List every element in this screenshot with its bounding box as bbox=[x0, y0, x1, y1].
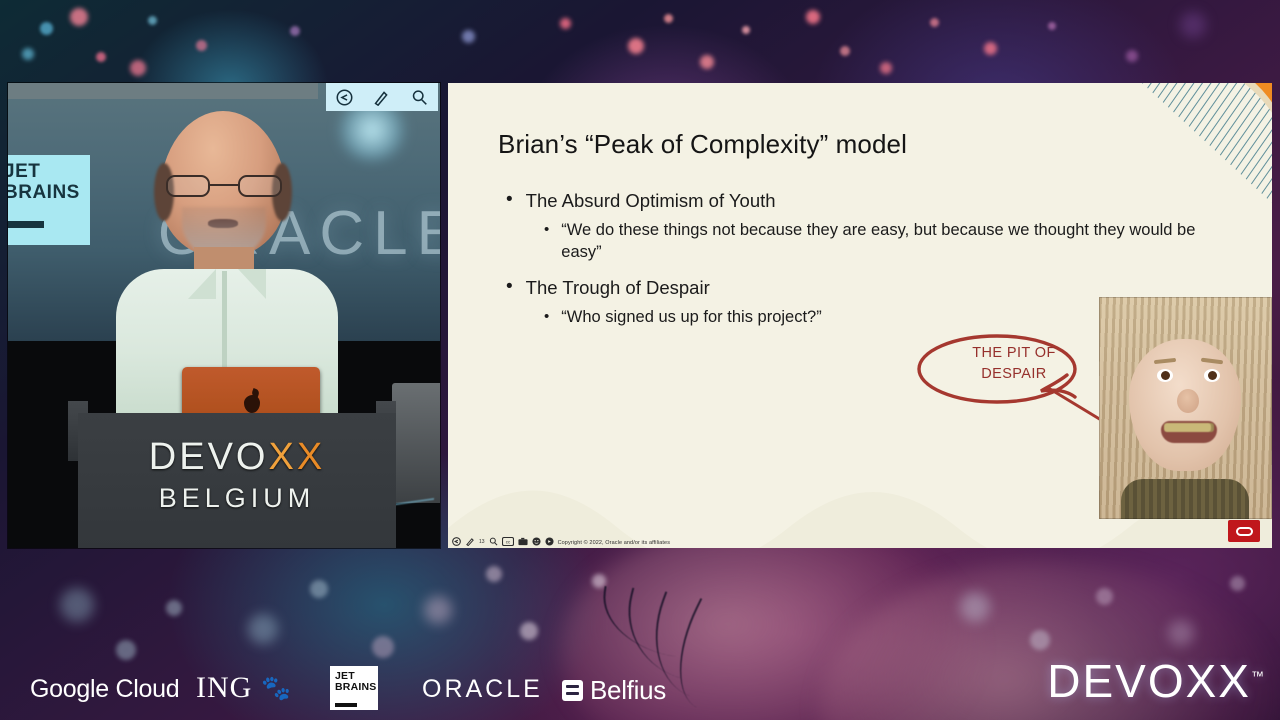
podium-branding: DEVOXX BELGIUM bbox=[78, 437, 396, 514]
belfius-label: Belfius bbox=[590, 675, 666, 705]
oracle-logo-badge bbox=[1228, 520, 1260, 542]
speaker-glasses bbox=[166, 175, 282, 197]
sponsor-jetbrains: JET BRAINS bbox=[330, 666, 378, 710]
back-icon[interactable] bbox=[452, 537, 461, 546]
speaker-person bbox=[116, 111, 338, 419]
sponsor-belfius: Belfius bbox=[562, 675, 666, 706]
projected-jetbrains-logo: JET BRAINS bbox=[8, 155, 90, 245]
more-icon[interactable] bbox=[545, 537, 554, 546]
jetbrains-sponsor-line2: BRAINS bbox=[335, 681, 377, 693]
callout-line2: DESPAIR bbox=[981, 366, 1047, 382]
jetbrains-sponsor-underline bbox=[335, 703, 357, 707]
sponsor-ing: ING 🐾 bbox=[196, 671, 292, 705]
devoxx-trademark: ™ bbox=[1251, 668, 1264, 684]
bullet-marker: • bbox=[544, 308, 550, 325]
bullet-text: The Trough of Despair bbox=[525, 277, 710, 298]
podium-country-text: BELGIUM bbox=[158, 483, 316, 513]
speaker-collar-right bbox=[238, 269, 266, 299]
callout-line1: THE PIT OF bbox=[972, 345, 1056, 361]
search-icon bbox=[411, 89, 428, 106]
belfius-mark-icon bbox=[562, 680, 583, 701]
sponsor-google-cloud: Google Cloud bbox=[30, 675, 180, 704]
sponsor-oracle: ORACLE bbox=[422, 675, 543, 703]
podium: DEVOXX BELGIUM bbox=[78, 413, 396, 548]
pen-icon[interactable] bbox=[465, 537, 475, 546]
bullet-marker: • bbox=[506, 189, 513, 210]
bullet-marker: • bbox=[506, 276, 513, 297]
bullet-text: “Who signed us up for this project?” bbox=[561, 308, 822, 326]
bullet-marker: • bbox=[544, 221, 550, 238]
google-cloud-label-light: Google bbox=[30, 675, 109, 703]
jetbrains-underline bbox=[8, 221, 44, 228]
bullet-level1: • The Absurd Optimism of Youth bbox=[506, 188, 1206, 213]
bullet-text: “We do these things not because they are… bbox=[561, 221, 1196, 261]
presentation-slide[interactable]: Brian’s “Peak of Complexity” model • The… bbox=[448, 83, 1272, 548]
meme-image-frame bbox=[1099, 297, 1272, 519]
podium-x1: X bbox=[268, 436, 297, 478]
cc-icon[interactable]: cc bbox=[501, 537, 514, 546]
sponsor-bar: Google Cloud ING 🐾 JET BRAINS ORACLE Bel… bbox=[0, 642, 1280, 720]
devoxx-wordmark: DEVOXX bbox=[1047, 655, 1251, 707]
bullet-level2: • “We do these things not because they a… bbox=[544, 219, 1206, 263]
screen-capture: ORACLE JET BRAINS DEVOXX BELGIUM Brian’s… bbox=[0, 0, 1280, 720]
projected-slide-controls bbox=[326, 83, 438, 111]
jetbrains-line2: BRAINS bbox=[8, 182, 80, 203]
google-cloud-label-bold: Cloud bbox=[115, 675, 180, 703]
apple-logo-icon bbox=[244, 395, 260, 413]
speaker-video-panel[interactable]: ORACLE JET BRAINS DEVOXX BELGIUM bbox=[8, 83, 440, 548]
podium-devo: DEVO bbox=[148, 436, 269, 478]
search-icon[interactable] bbox=[489, 537, 498, 546]
svg-text:cc: cc bbox=[505, 540, 510, 545]
slide-title: Brian’s “Peak of Complexity” model bbox=[498, 129, 907, 159]
back-icon bbox=[336, 89, 353, 106]
slide-footer-controls[interactable]: 13 cc Copyright © 2022, Oracle and/or it… bbox=[452, 537, 670, 546]
bullet-text: The Absurd Optimism of Youth bbox=[525, 190, 776, 211]
podium-x2: X bbox=[296, 436, 326, 478]
screen-top-bar bbox=[8, 83, 318, 99]
slide-copyright: Copyright © 2022, Oracle and/or its affi… bbox=[557, 539, 671, 546]
camera-icon[interactable] bbox=[518, 537, 528, 546]
pen-icon bbox=[373, 89, 390, 106]
speech-bubble-callout: THE PIT OF DESPAIR bbox=[915, 329, 1125, 449]
emoji-icon[interactable] bbox=[532, 537, 541, 546]
lion-icon: 🐾 bbox=[261, 675, 293, 702]
podium-devoxx-text: DEVOXX bbox=[78, 437, 396, 477]
slide-page-number: 13 bbox=[479, 538, 485, 545]
jetbrains-line1: JET bbox=[8, 161, 41, 182]
devoxx-event-logo: DEVOXX™ bbox=[1047, 654, 1264, 708]
stage-chair bbox=[390, 439, 434, 507]
ing-label: ING bbox=[196, 671, 253, 704]
callout-text: THE PIT OF DESPAIR bbox=[955, 343, 1073, 385]
speaker-collar-left bbox=[188, 269, 216, 299]
